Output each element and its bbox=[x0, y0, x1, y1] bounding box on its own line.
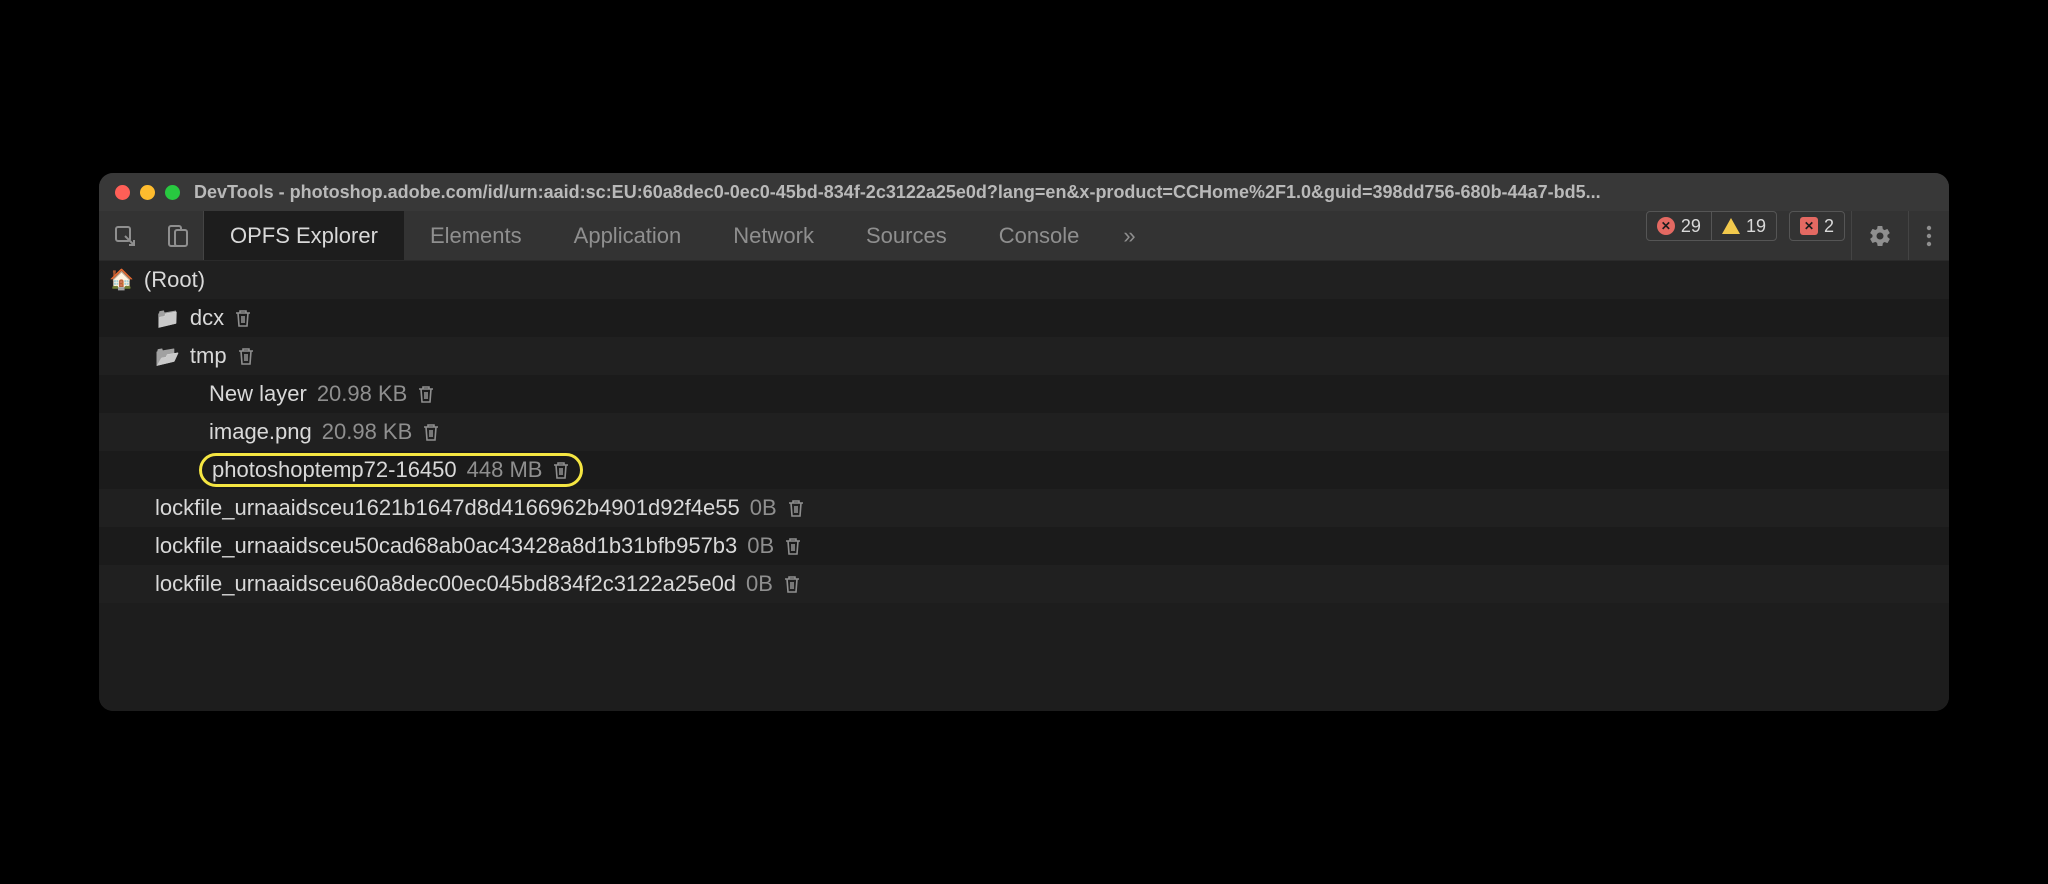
error-icon: ✕ bbox=[1657, 217, 1675, 235]
settings-gear-icon[interactable] bbox=[1852, 211, 1908, 260]
issues-count-value: 2 bbox=[1824, 216, 1834, 237]
tab-application[interactable]: Application bbox=[548, 211, 708, 260]
maximize-window-button[interactable] bbox=[165, 185, 180, 200]
delete-trash-icon[interactable] bbox=[234, 308, 252, 328]
console-issue-counters[interactable]: ✕ 29 19 bbox=[1646, 211, 1777, 241]
item-size: 20.98 KB bbox=[322, 419, 413, 445]
delete-trash-icon[interactable] bbox=[783, 574, 801, 594]
file-item[interactable]: image.png 20.98 KB bbox=[99, 413, 1949, 451]
item-name: lockfile_urnaaidsceu50cad68ab0ac43428a8d… bbox=[155, 533, 737, 559]
item-name: photoshoptemp72-16450 bbox=[212, 457, 457, 483]
file-item[interactable]: lockfile_urnaaidsceu50cad68ab0ac43428a8d… bbox=[99, 527, 1949, 565]
opfs-tree: 🏠 (Root) 📁 dcx 📂 tmp New layer 20.98 K bbox=[99, 261, 1949, 711]
item-name: New layer bbox=[209, 381, 307, 407]
folder-item[interactable]: 📁 dcx bbox=[99, 299, 1949, 337]
item-name: lockfile_urnaaidsceu1621b1647d8d4166962b… bbox=[155, 495, 740, 521]
tab-label: Console bbox=[999, 223, 1080, 249]
inspect-element-icon[interactable] bbox=[99, 211, 151, 260]
error-count-value: 29 bbox=[1681, 216, 1701, 237]
devtools-window: DevTools - photoshop.adobe.com/id/urn:aa… bbox=[99, 173, 1949, 711]
devtools-tabbar: OPFS Explorer Elements Application Netwo… bbox=[99, 211, 1949, 261]
file-item[interactable]: lockfile_urnaaidsceu60a8dec00ec045bd834f… bbox=[99, 565, 1949, 603]
window-controls bbox=[115, 185, 180, 200]
tab-console[interactable]: Console bbox=[973, 211, 1106, 260]
item-name: dcx bbox=[190, 305, 224, 331]
tab-elements[interactable]: Elements bbox=[404, 211, 548, 260]
home-icon: 🏠 bbox=[109, 270, 134, 290]
issues-counter[interactable]: ✕ 2 bbox=[1789, 211, 1845, 241]
file-item[interactable]: New layer 20.98 KB bbox=[99, 375, 1949, 413]
delete-trash-icon[interactable] bbox=[422, 422, 440, 442]
issues-icon: ✕ bbox=[1800, 217, 1818, 235]
item-name: lockfile_urnaaidsceu60a8dec00ec045bd834f… bbox=[155, 571, 736, 597]
tab-label: Elements bbox=[430, 223, 522, 249]
item-size: 0B bbox=[747, 533, 774, 559]
folder-item[interactable]: 📂 tmp bbox=[99, 337, 1949, 375]
tree-root[interactable]: 🏠 (Root) bbox=[99, 261, 1949, 299]
minimize-window-button[interactable] bbox=[140, 185, 155, 200]
item-size: 448 MB bbox=[467, 457, 543, 483]
chevron-double-right-icon: » bbox=[1123, 223, 1135, 249]
more-options-kebab-icon[interactable] bbox=[1909, 211, 1949, 260]
warning-count[interactable]: 19 bbox=[1711, 212, 1776, 240]
delete-trash-icon[interactable] bbox=[784, 536, 802, 556]
delete-trash-icon[interactable] bbox=[237, 346, 255, 366]
tab-opfs-explorer[interactable]: OPFS Explorer bbox=[204, 211, 404, 260]
highlight-annotation: photoshoptemp72-16450 448 MB bbox=[199, 453, 583, 487]
root-label: (Root) bbox=[144, 267, 205, 293]
warning-icon bbox=[1722, 218, 1740, 234]
tab-label: OPFS Explorer bbox=[230, 223, 378, 249]
item-size: 0B bbox=[750, 495, 777, 521]
titlebar: DevTools - photoshop.adobe.com/id/urn:aa… bbox=[99, 173, 1949, 211]
tabs-overflow-button[interactable]: » bbox=[1105, 211, 1153, 260]
file-item[interactable]: lockfile_urnaaidsceu1621b1647d8d4166962b… bbox=[99, 489, 1949, 527]
item-name: image.png bbox=[209, 419, 312, 445]
close-window-button[interactable] bbox=[115, 185, 130, 200]
tab-sources[interactable]: Sources bbox=[840, 211, 973, 260]
item-size: 0B bbox=[746, 571, 773, 597]
tab-label: Application bbox=[574, 223, 682, 249]
delete-trash-icon[interactable] bbox=[552, 460, 570, 480]
device-toolbar-icon[interactable] bbox=[151, 211, 203, 260]
tab-network[interactable]: Network bbox=[707, 211, 840, 260]
item-name: tmp bbox=[190, 343, 227, 369]
tab-label: Sources bbox=[866, 223, 947, 249]
window-title: DevTools - photoshop.adobe.com/id/urn:aa… bbox=[194, 182, 1933, 203]
error-count[interactable]: ✕ 29 bbox=[1647, 212, 1711, 240]
delete-trash-icon[interactable] bbox=[417, 384, 435, 404]
folder-icon: 📁 bbox=[155, 306, 180, 331]
warning-count-value: 19 bbox=[1746, 216, 1766, 237]
item-size: 20.98 KB bbox=[317, 381, 408, 407]
tab-label: Network bbox=[733, 223, 814, 249]
folder-open-icon: 📂 bbox=[155, 344, 180, 369]
delete-trash-icon[interactable] bbox=[787, 498, 805, 518]
file-item-highlighted[interactable]: photoshoptemp72-16450 448 MB bbox=[99, 451, 1949, 489]
